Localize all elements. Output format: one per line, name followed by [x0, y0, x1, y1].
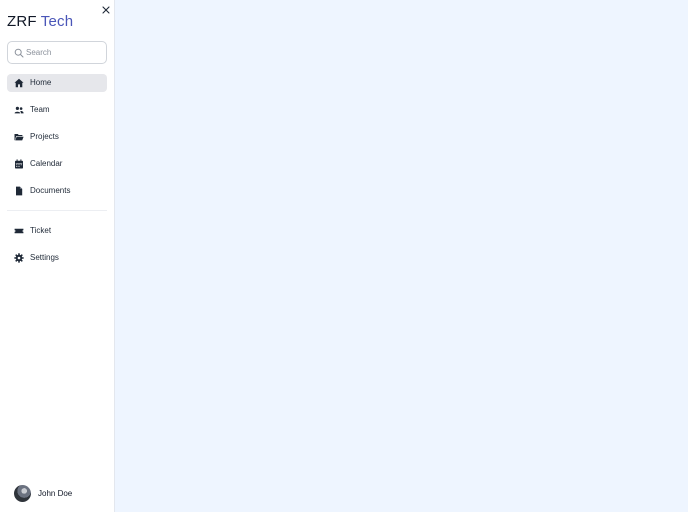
home-icon — [14, 78, 24, 88]
sidebar-item-label: Projects — [30, 132, 59, 141]
ticket-icon — [14, 226, 24, 236]
user-profile[interactable]: John Doe — [14, 485, 106, 503]
users-icon — [14, 105, 24, 115]
document-icon — [14, 186, 24, 196]
folder-icon — [14, 132, 24, 142]
sidebar-item-projects[interactable]: Projects — [7, 128, 107, 146]
sidebar-item-label: Settings — [30, 253, 59, 262]
search-input[interactable] — [26, 44, 104, 61]
close-icon — [101, 5, 110, 14]
user-name: John Doe — [38, 489, 73, 498]
sidebar-item-label: Home — [30, 78, 52, 87]
search-icon — [14, 48, 24, 58]
sidebar-item-calendar[interactable]: Calendar — [7, 155, 107, 173]
sidebar-item-label: Team — [30, 105, 50, 114]
sidebar-divider — [7, 210, 107, 211]
avatar — [14, 485, 31, 502]
sidebar-item-label: Documents — [30, 186, 71, 195]
search-box[interactable] — [7, 41, 107, 64]
sidebar-item-ticket[interactable]: Ticket — [7, 222, 107, 240]
sidebar-item-label: Calendar — [30, 159, 63, 168]
brand-logo[interactable]: ZRF Tech — [7, 13, 73, 31]
sidebar-item-documents[interactable]: Documents — [7, 182, 107, 200]
sidebar-item-team[interactable]: Team — [7, 101, 107, 119]
main-content — [115, 0, 688, 512]
sidebar-item-home[interactable]: Home — [7, 74, 107, 92]
close-sidebar-button[interactable] — [99, 3, 112, 16]
calendar-icon — [14, 159, 24, 169]
sidebar: ZRFTech Home Team Projects Calendar — [0, 0, 115, 512]
sidebar-item-label: Ticket — [30, 226, 52, 235]
sidebar-item-settings[interactable]: Settings — [7, 249, 107, 267]
brand-name-accent: Tech — [40, 13, 74, 30]
brand-name-primary: ZRF — [7, 13, 37, 30]
gear-icon — [14, 253, 24, 263]
